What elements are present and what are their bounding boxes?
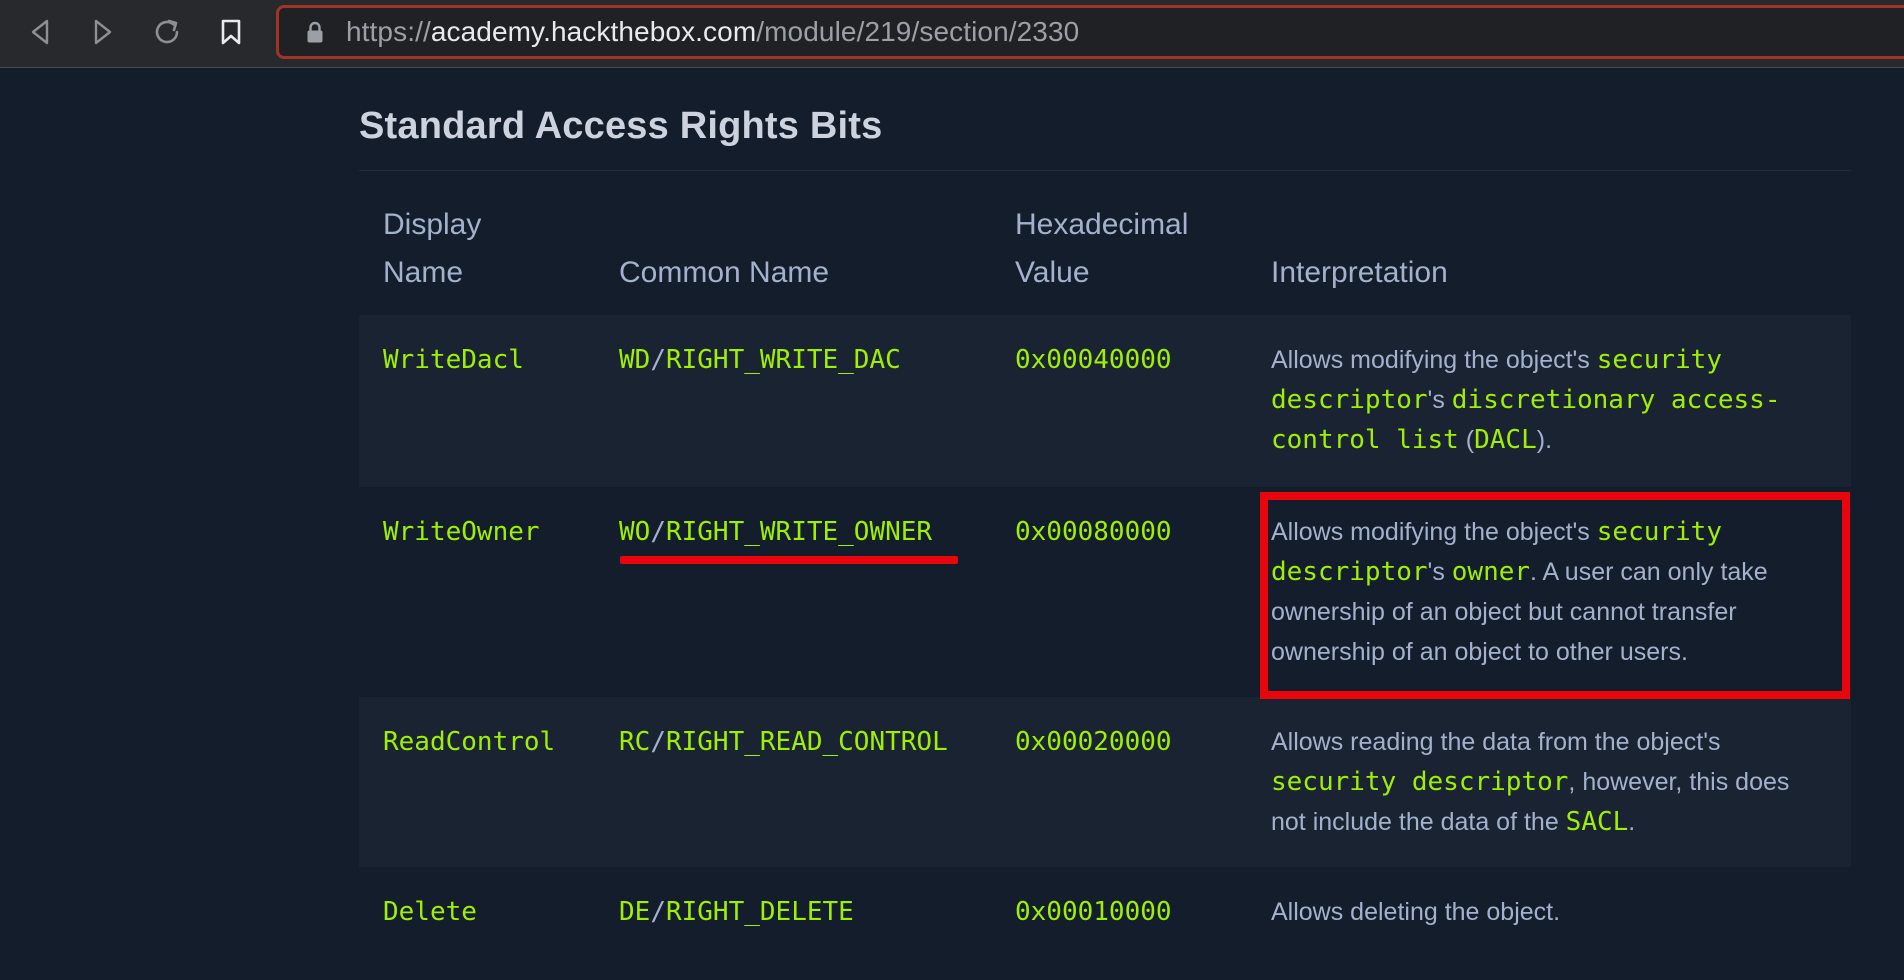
cell-common-name: WD/RIGHT_WRITE_DAC [595, 315, 991, 487]
red-underline-annotation [620, 556, 958, 564]
header-common-name: Common Name [619, 256, 830, 289]
header-display-name: Display Name [383, 208, 482, 289]
cell-display-name: Delete [383, 897, 477, 927]
url-path: /module/219/section/2330 [756, 16, 1080, 47]
table-row: Delete DE/RIGHT_DELETE 0x00010000 Allows… [359, 867, 1851, 967]
browser-toolbar: https://academy.hackthebox.com/module/21… [0, 0, 1904, 68]
table-row: WriteDacl WD/RIGHT_WRITE_DAC 0x00040000 … [359, 315, 1851, 487]
table-row: ReadControl RC/RIGHT_READ_CONTROL 0x0002… [359, 697, 1851, 867]
cell-common-name: DE/RIGHT_DELETE [619, 897, 854, 927]
cell-interpretation: Allows reading the data from the object'… [1247, 697, 1851, 867]
back-icon[interactable] [23, 15, 57, 49]
section-title: Standard Access Rights Bits [359, 105, 883, 147]
cell-display-name: WriteDacl [359, 315, 595, 487]
cell-hex-value: 0x00020000 [991, 697, 1247, 867]
table-header-row: Display Name Common Name Hexadecimal Value… [359, 171, 1851, 315]
red-highlight-box-annotation [1260, 492, 1850, 699]
forward-icon[interactable] [86, 15, 120, 49]
header-interpretation: Interpretation [1271, 256, 1448, 289]
bookmark-icon[interactable] [214, 15, 248, 49]
cell-common-name: RC/RIGHT_READ_CONTROL [595, 697, 991, 867]
address-bar[interactable]: https://academy.hackthebox.com/module/21… [276, 5, 1904, 59]
cell-hex-value: 0x00080000 [1015, 517, 1172, 547]
cell-display-name: ReadControl [359, 697, 595, 867]
header-hex-value: Hexadecimal Value [1015, 208, 1189, 289]
cell-hex-value: 0x00040000 [991, 315, 1247, 487]
cell-interpretation: Allows deleting the object. [1271, 898, 1561, 926]
cell-interpretation: Allows modifying the object's security d… [1247, 315, 1851, 487]
cell-common-name: WO/RIGHT_WRITE_OWNER [619, 517, 933, 547]
reload-icon[interactable] [150, 15, 184, 49]
cell-display-name: WriteOwner [383, 517, 540, 547]
lock-icon [304, 19, 326, 45]
cell-hex-value: 0x00010000 [1015, 897, 1172, 927]
url-host: academy.hackthebox.com [430, 16, 757, 47]
url-scheme: https:// [346, 16, 431, 47]
url-text[interactable]: https://academy.hackthebox.com/module/21… [346, 16, 1079, 48]
